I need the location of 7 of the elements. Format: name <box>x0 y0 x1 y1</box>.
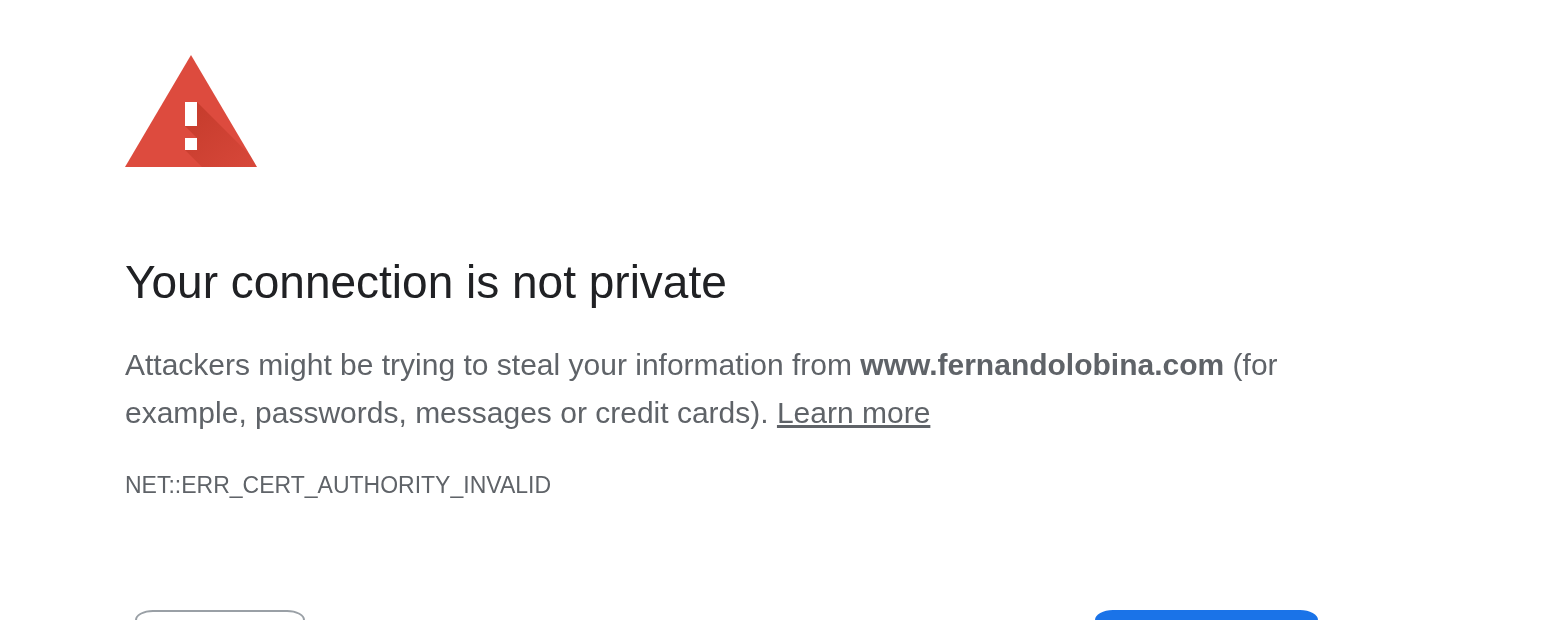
warning-triangle-icon <box>125 55 257 167</box>
learn-more-link[interactable]: Learn more <box>776 396 931 429</box>
error-code: NET::ERR_CERT_AUTHORITY_INVALID <box>125 471 552 500</box>
primary-button[interactable] <box>1095 610 1318 620</box>
page-heading: Your connection is not private <box>125 256 727 308</box>
warning-message: Attackers might be trying to steal your information from www.fernandolobina.com (for example, passwords, messages or credit cards). Learn more <box>125 347 1279 431</box>
secondary-button[interactable] <box>135 610 305 620</box>
